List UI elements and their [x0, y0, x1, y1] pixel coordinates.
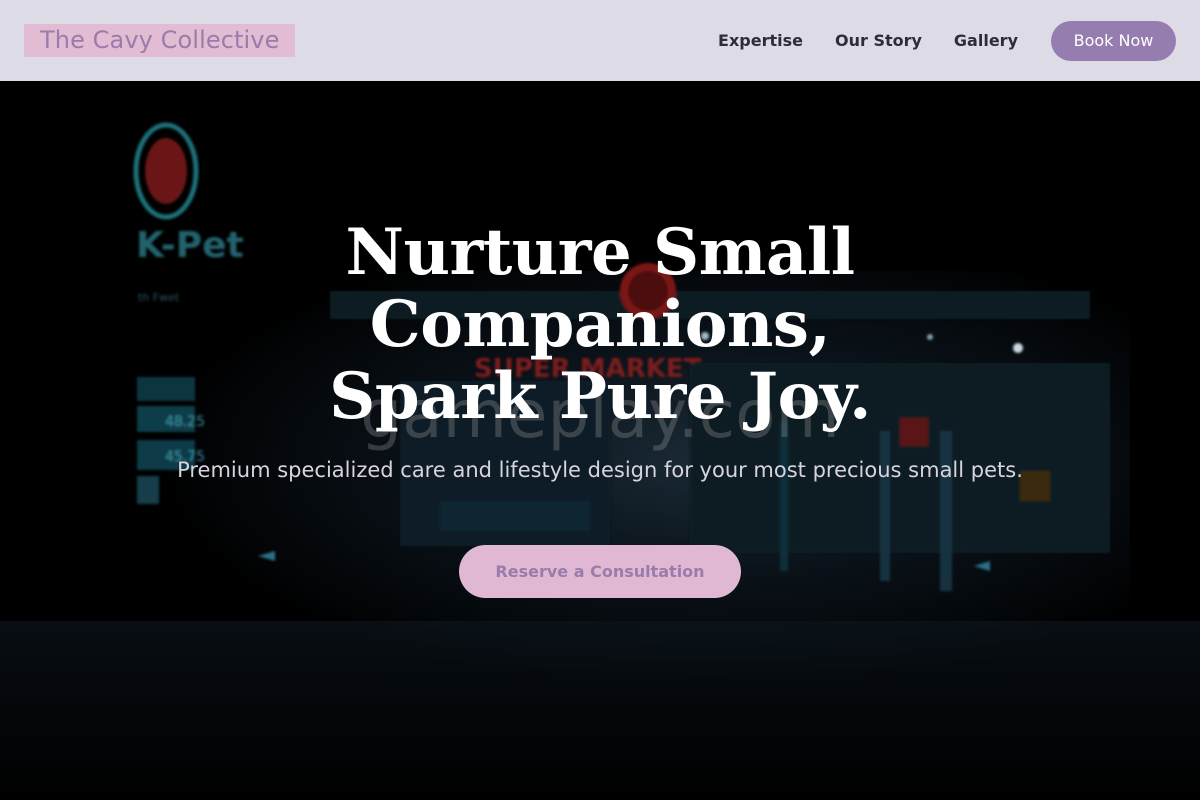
main-nav: Expertise Our Story Gallery Book Now — [718, 20, 1176, 61]
book-now-button[interactable]: Book Now — [1051, 20, 1176, 61]
hero-headline: Nurture Small Companions, Spark Pure Joy… — [200, 217, 1000, 433]
nav-link-our-story[interactable]: Our Story — [835, 31, 922, 50]
headline-line-1: Nurture Small — [345, 215, 855, 290]
nav-link-expertise[interactable]: Expertise — [718, 31, 803, 50]
headline-line-3: Spark Pure Joy. — [329, 359, 871, 434]
hero-content: Nurture Small Companions, Spark Pure Joy… — [0, 81, 1200, 800]
hero-subtitle: Premium specialized care and lifestyle d… — [177, 458, 1023, 482]
reserve-consultation-button[interactable]: Reserve a Consultation — [459, 545, 741, 598]
headline-line-2: Companions, — [369, 287, 831, 362]
nav-link-gallery[interactable]: Gallery — [954, 31, 1018, 50]
site-header: The Cavy Collective Expertise Our Story … — [0, 0, 1200, 81]
hero-section: K-Pet th Fwet 48.25 45.75 SUPER MARKET g… — [0, 81, 1200, 800]
brand-logo[interactable]: The Cavy Collective — [24, 24, 296, 57]
